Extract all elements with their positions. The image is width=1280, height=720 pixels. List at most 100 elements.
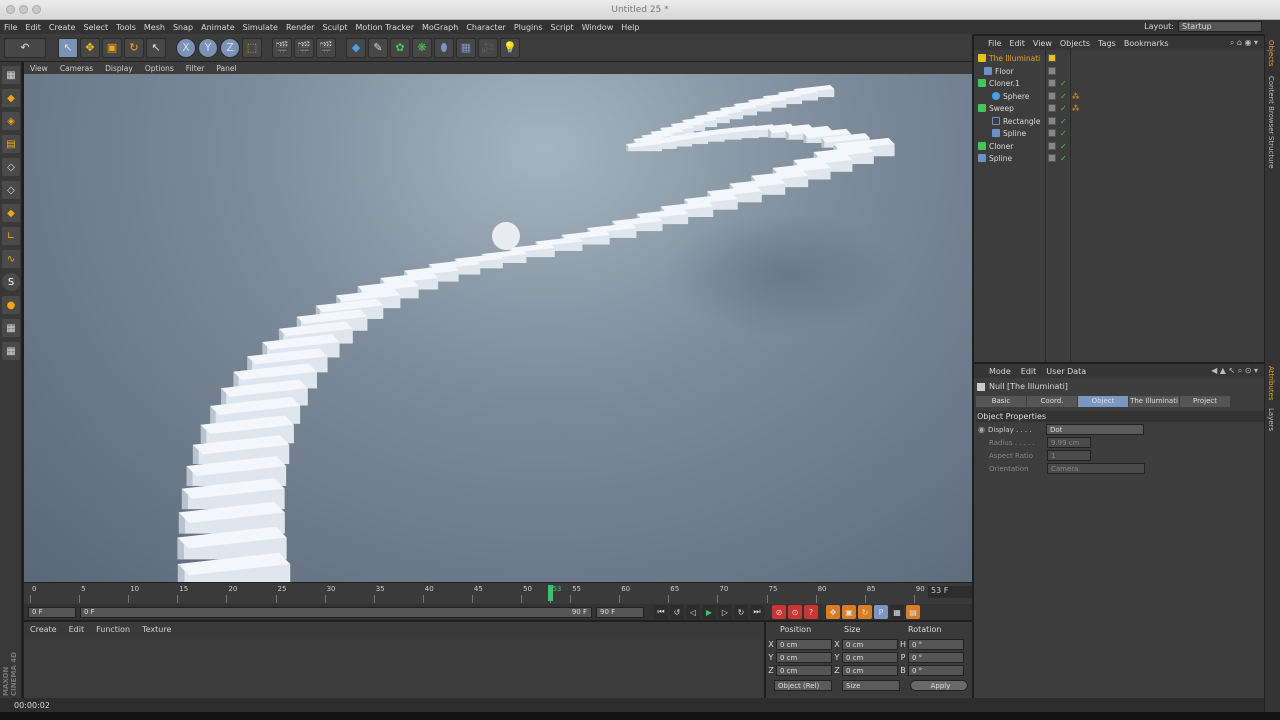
- aspect-ratio-field[interactable]: 1: [1047, 450, 1091, 461]
- object-row-spline-2[interactable]: Spline ✓: [974, 152, 1264, 164]
- workplane-lock-icon[interactable]: ▦: [2, 319, 20, 337]
- objects-menu-tags[interactable]: Tags: [1094, 39, 1120, 48]
- key-position-icon[interactable]: ✥: [826, 605, 840, 619]
- visibility-toggle[interactable]: [1048, 154, 1056, 162]
- floor-icon[interactable]: ▦: [456, 37, 476, 58]
- menu-plugins[interactable]: Plugins: [510, 23, 547, 32]
- rotation-p-field[interactable]: 0 °: [908, 652, 964, 663]
- enabled-check-icon[interactable]: ✓: [1060, 92, 1067, 101]
- attributes-menu-user-data[interactable]: User Data: [1041, 367, 1091, 376]
- menu-window[interactable]: Window: [578, 23, 618, 32]
- axis-mode-icon[interactable]: ∟: [2, 227, 20, 245]
- menu-file[interactable]: File: [0, 23, 21, 32]
- radius-field[interactable]: 9.99 cm: [1047, 437, 1091, 448]
- rotation-h-field[interactable]: 0 °: [908, 639, 964, 650]
- objects-menu-edit[interactable]: Edit: [1005, 39, 1029, 48]
- search-icon[interactable]: ⌕ ⌂ ◉ ▾: [1230, 38, 1258, 48]
- visibility-toggle[interactable]: [1048, 67, 1056, 75]
- step-back-icon[interactable]: ◁: [686, 605, 700, 619]
- rotate-icon[interactable]: ↻: [124, 37, 144, 58]
- menu-animate[interactable]: Animate: [197, 23, 239, 32]
- visibility-toggle[interactable]: [1048, 104, 1056, 112]
- key-rotation-icon[interactable]: ↻: [858, 605, 872, 619]
- snap-icon[interactable]: S: [2, 273, 20, 291]
- menu-edit[interactable]: Edit: [21, 23, 45, 32]
- menu-create[interactable]: Create: [45, 23, 80, 32]
- render-view-icon[interactable]: 🎬: [272, 37, 292, 58]
- start-frame-field[interactable]: 0 F: [28, 606, 76, 618]
- subdivision-icon[interactable]: ✿: [390, 37, 410, 58]
- light-icon[interactable]: 💡: [500, 37, 520, 58]
- position-y-field[interactable]: 0 cm: [776, 652, 832, 663]
- object-list[interactable]: The Illuminati Floor Cloner.1 ✓ Sphere ✓…: [974, 50, 1264, 362]
- select-arrow-icon[interactable]: ↖: [58, 37, 78, 58]
- visibility-toggle[interactable]: [1048, 142, 1056, 150]
- position-x-field[interactable]: 0 cm: [776, 639, 832, 650]
- paint-icon[interactable]: ●: [2, 296, 20, 314]
- camera-icon[interactable]: 🎥: [478, 37, 498, 58]
- orientation-dropdown[interactable]: Camera: [1047, 463, 1145, 474]
- key-parameter-icon[interactable]: P: [874, 605, 888, 619]
- phong-tag-icon[interactable]: ⁂: [1072, 104, 1080, 113]
- texture-mode-icon[interactable]: ◈: [2, 112, 20, 130]
- viewport-menu-filter[interactable]: Filter: [180, 64, 211, 73]
- enabled-check-icon[interactable]: ✓: [1060, 117, 1067, 126]
- tab-basic[interactable]: Basic: [976, 396, 1026, 407]
- layer-color-swatch[interactable]: [1048, 54, 1056, 62]
- grid-icon[interactable]: ▦: [2, 342, 20, 360]
- enabled-check-icon[interactable]: ✓: [1060, 104, 1067, 113]
- object-row-sweep[interactable]: Sweep ✓ ⁂: [974, 102, 1264, 114]
- object-row-spline[interactable]: Spline ✓: [974, 127, 1264, 139]
- rotation-b-field[interactable]: 0 °: [908, 665, 964, 676]
- menu-sculpt[interactable]: Sculpt: [318, 23, 351, 32]
- material-menu-texture[interactable]: Texture: [136, 625, 177, 634]
- menu-script[interactable]: Script: [546, 23, 577, 32]
- coords-mode-dropdown[interactable]: Object (Rel): [774, 680, 832, 691]
- scale-icon[interactable]: ▣: [102, 37, 122, 58]
- objects-menu-file[interactable]: File: [984, 39, 1005, 48]
- undo-icon[interactable]: ↶: [4, 37, 46, 58]
- menu-select[interactable]: Select: [79, 23, 112, 32]
- tab-objects[interactable]: Objects: [1267, 40, 1275, 66]
- previous-key-icon[interactable]: ↺: [670, 605, 684, 619]
- objects-menu-bookmarks[interactable]: Bookmarks: [1120, 39, 1173, 48]
- viewport-menu-cameras[interactable]: Cameras: [54, 64, 99, 73]
- menu-tools[interactable]: Tools: [112, 23, 140, 32]
- attributes-menu-mode[interactable]: Mode: [984, 367, 1016, 376]
- tweak-mode-icon[interactable]: ∿: [2, 250, 20, 268]
- z-axis-icon[interactable]: Z: [220, 37, 240, 58]
- menu-render[interactable]: Render: [282, 23, 318, 32]
- apply-button[interactable]: Apply: [910, 680, 968, 691]
- material-menu-function[interactable]: Function: [90, 625, 136, 634]
- animation-dot-icon[interactable]: ◉: [978, 425, 985, 434]
- enabled-check-icon[interactable]: ✓: [1060, 129, 1067, 138]
- phong-tag-icon[interactable]: ⁂: [1072, 92, 1080, 101]
- model-mode-icon[interactable]: ◆: [2, 89, 20, 107]
- tab-object[interactable]: Object: [1078, 396, 1128, 407]
- autokey-icon[interactable]: ⊙: [788, 605, 802, 619]
- tab-layers[interactable]: Layers: [1267, 408, 1275, 431]
- y-axis-icon[interactable]: Y: [198, 37, 218, 58]
- key-pla-icon[interactable]: ▦: [890, 605, 904, 619]
- attributes-menu-edit[interactable]: Edit: [1016, 367, 1042, 376]
- edges-mode-icon[interactable]: ◇: [2, 181, 20, 199]
- polygons-mode-icon[interactable]: ◆: [2, 204, 20, 222]
- menu-help[interactable]: Help: [617, 23, 643, 32]
- visibility-toggle[interactable]: [1048, 92, 1056, 100]
- objects-menu-view[interactable]: View: [1029, 39, 1056, 48]
- enabled-check-icon[interactable]: ✓: [1060, 154, 1067, 163]
- object-row-cloner-1[interactable]: Cloner.1 ✓: [974, 77, 1264, 89]
- cube-icon[interactable]: ◆: [346, 37, 366, 58]
- go-to-end-icon[interactable]: ⏭: [750, 605, 764, 619]
- tab-project[interactable]: Project: [1180, 396, 1230, 407]
- visibility-toggle[interactable]: [1048, 79, 1056, 87]
- move-icon[interactable]: ✥: [80, 37, 100, 58]
- enabled-check-icon[interactable]: ✓: [1060, 142, 1067, 151]
- position-z-field[interactable]: 0 cm: [776, 665, 832, 676]
- object-row-cloner[interactable]: Cloner ✓: [974, 140, 1264, 152]
- timeline-ruler[interactable]: 0 5 10 15 20 25 30 35 40 45 50 53 55 60 65 70 75 80 85 90 5…: [24, 583, 972, 604]
- keyframe-selection-icon[interactable]: ?: [804, 605, 818, 619]
- object-row-sphere[interactable]: Sphere ✓ ⁂: [974, 90, 1264, 102]
- playhead[interactable]: [548, 585, 554, 601]
- layout-dropdown[interactable]: Startup: [1178, 21, 1262, 32]
